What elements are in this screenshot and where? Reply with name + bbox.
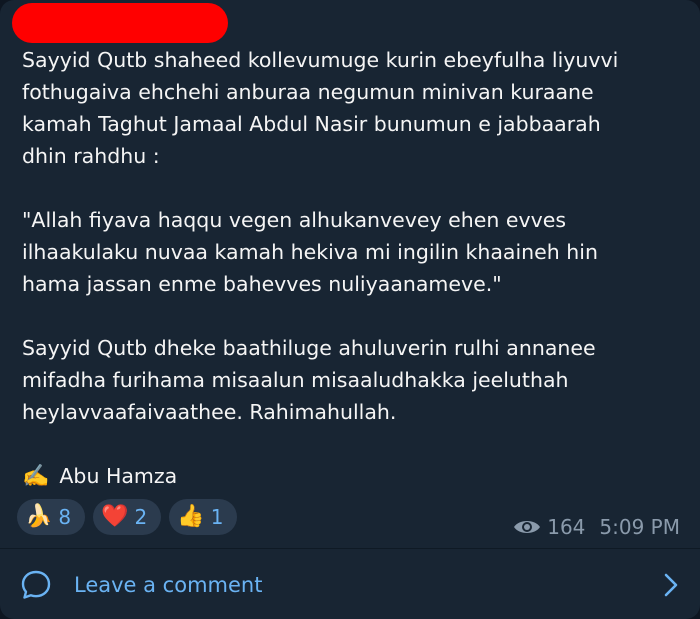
post-time: 5:09 PM (599, 515, 680, 539)
comment-bubble-icon (21, 570, 51, 599)
chevron-right-icon (664, 573, 678, 597)
reaction-count: 1 (210, 505, 224, 529)
leave-comment-button[interactable]: Leave a comment (0, 549, 700, 619)
eye-icon (514, 521, 541, 533)
reaction-heart[interactable]: ❤️ 2 (93, 499, 162, 535)
banana-icon: 🍌 (25, 504, 53, 529)
reaction-count: 8 (58, 505, 72, 529)
redacted-channel-name (12, 3, 228, 43)
reactions-bar: 🍌 8 ❤️ 2 👍 1 (17, 499, 238, 535)
post-paragraph: "Allah fiyava haqqu vegen alhukanvevey e… (22, 208, 598, 296)
post-paragraph: Sayyid Qutb shaheed kollevumuge kurin eb… (22, 48, 619, 168)
thumbs-up-icon: 👍 (177, 504, 205, 529)
channel-post: Sayyid Qutb shaheed kollevumuge kurin eb… (0, 0, 700, 619)
reaction-banana[interactable]: 🍌 8 (17, 499, 86, 535)
writing-hand-icon: ✍️ (22, 463, 50, 489)
view-count: 164 (547, 515, 586, 539)
post-signature: ✍️ Abu Hamza (22, 460, 177, 492)
reaction-thumbs-up[interactable]: 👍 1 (169, 499, 238, 535)
signature-text: Abu Hamza (59, 464, 178, 488)
reaction-count: 2 (134, 505, 148, 529)
leave-comment-label: Leave a comment (74, 573, 263, 597)
post-meta: 164 5:09 PM (513, 515, 680, 539)
post-paragraph: Sayyid Qutb dheke baathiluge ahuluverin … (22, 336, 596, 424)
post-text: Sayyid Qutb shaheed kollevumuge kurin eb… (22, 44, 682, 428)
heart-icon: ❤️ (101, 504, 129, 529)
